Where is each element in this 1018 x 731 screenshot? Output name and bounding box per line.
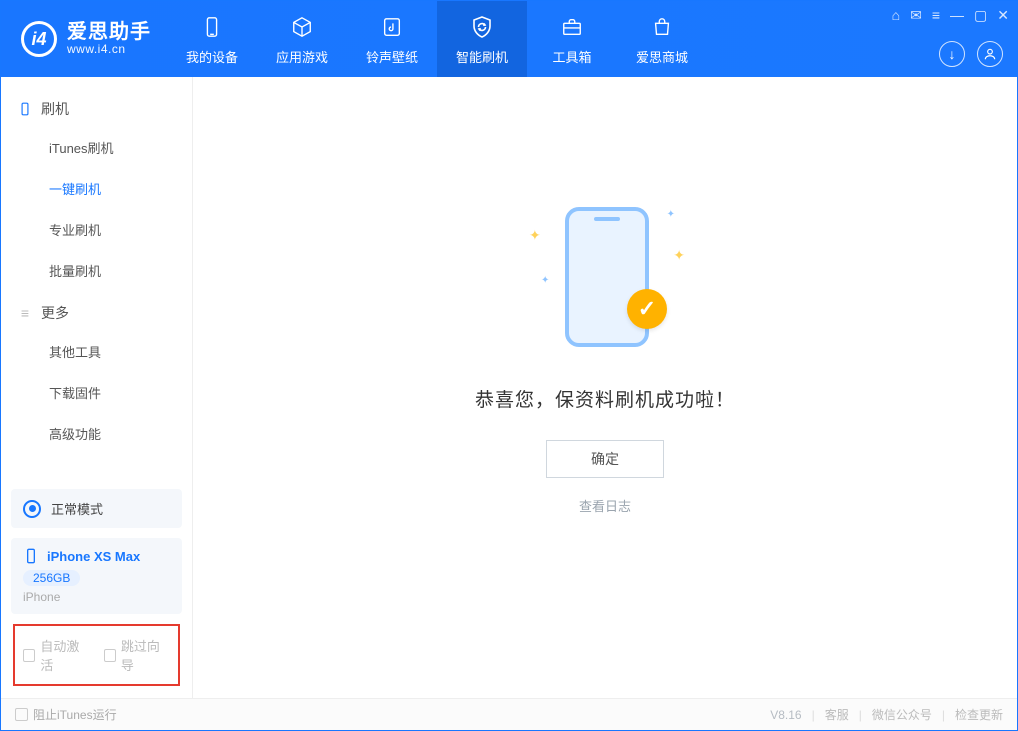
options-row: 自动激活 跳过向导 bbox=[13, 624, 180, 686]
footer-right: V8.16 | 客服 | 微信公众号 | 检查更新 bbox=[770, 706, 1003, 723]
logo: i4 爱思助手 www.i4.cn bbox=[1, 1, 167, 77]
shirt-icon[interactable]: ⌂ bbox=[892, 7, 900, 24]
separator: | bbox=[812, 708, 815, 722]
tab-label: 工具箱 bbox=[552, 47, 591, 66]
sidebar-item-advanced[interactable]: 高级功能 bbox=[1, 413, 192, 454]
sidebar-item-other-tools[interactable]: 其他工具 bbox=[1, 331, 192, 372]
tab-apps-games[interactable]: 应用游戏 bbox=[257, 1, 347, 77]
device-name-row: iPhone XS Max bbox=[23, 548, 170, 564]
body: 刷机 iTunes刷机 一键刷机 专业刷机 批量刷机 ≡ 更多 其他工具 下载固… bbox=[1, 77, 1017, 698]
tab-smart-flash[interactable]: 智能刷机 bbox=[437, 1, 527, 77]
checkbox-skip-guide[interactable]: 跳过向导 bbox=[104, 636, 171, 674]
logo-icon: i4 bbox=[21, 21, 57, 57]
sparkle-icon: ✦ bbox=[529, 227, 541, 244]
titlebar-controls: ⌂ ✉ ≡ — ▢ ✕ bbox=[892, 7, 1009, 24]
tab-store[interactable]: 爱思商城 bbox=[617, 1, 707, 77]
footer-link-wechat[interactable]: 微信公众号 bbox=[872, 706, 932, 723]
cube-icon bbox=[288, 13, 316, 41]
tab-label: 爱思商城 bbox=[636, 47, 688, 66]
tab-label: 我的设备 bbox=[186, 47, 238, 66]
group-title: 更多 bbox=[41, 303, 69, 323]
checkbox-auto-activate[interactable]: 自动激活 bbox=[23, 636, 90, 674]
footer-link-support[interactable]: 客服 bbox=[825, 706, 849, 723]
device-icon bbox=[198, 13, 226, 41]
maximize-button[interactable]: ▢ bbox=[974, 7, 987, 24]
sidebar-group-flash: 刷机 bbox=[1, 87, 192, 127]
toolbox-icon bbox=[558, 13, 586, 41]
sidebar-item-oneclick-flash[interactable]: 一键刷机 bbox=[1, 168, 192, 209]
menu-lines-icon: ≡ bbox=[17, 305, 33, 321]
device-capacity-badge: 256GB bbox=[23, 570, 80, 586]
sidebar-item-pro-flash[interactable]: 专业刷机 bbox=[1, 209, 192, 250]
tab-ringtone-wallpaper[interactable]: 铃声壁纸 bbox=[347, 1, 437, 77]
main-panel: ✦ ✦ ✦ ✦ ✓ 恭喜您，保资料刷机成功啦！ 确定 查看日志 bbox=[193, 77, 1017, 698]
phone-icon bbox=[17, 101, 33, 117]
mode-card[interactable]: 正常模式 bbox=[11, 489, 182, 528]
tab-my-device[interactable]: 我的设备 bbox=[167, 1, 257, 77]
checkbox-icon bbox=[15, 708, 28, 721]
minimize-button[interactable]: — bbox=[950, 7, 964, 24]
music-icon bbox=[378, 13, 406, 41]
checkbox-label: 自动激活 bbox=[40, 636, 89, 674]
tab-label: 智能刷机 bbox=[456, 47, 508, 66]
logo-text: 爱思助手 www.i4.cn bbox=[67, 21, 151, 56]
sparkle-icon: ✦ bbox=[667, 209, 675, 220]
device-phone-icon bbox=[23, 548, 39, 564]
account-button[interactable] bbox=[977, 41, 1003, 67]
sparkle-icon: ✦ bbox=[541, 275, 549, 286]
footer: 阻止iTunes运行 V8.16 | 客服 | 微信公众号 | 检查更新 bbox=[1, 698, 1017, 730]
checkbox-label: 阻止iTunes运行 bbox=[33, 706, 117, 723]
device-card[interactable]: iPhone XS Max 256GB iPhone bbox=[11, 538, 182, 614]
separator: | bbox=[859, 708, 862, 722]
checkbox-block-itunes[interactable]: 阻止iTunes运行 bbox=[15, 706, 117, 723]
success-illustration: ✦ ✦ ✦ ✦ ✓ bbox=[525, 187, 685, 357]
menu-icon[interactable]: ≡ bbox=[932, 7, 940, 24]
sidebar-bottom: 正常模式 iPhone XS Max 256GB iPhone 自动激活 bbox=[1, 479, 192, 698]
check-badge-icon: ✓ bbox=[627, 289, 667, 329]
app-name: 爱思助手 bbox=[67, 21, 151, 43]
success-message: 恭喜您，保资料刷机成功啦！ bbox=[475, 385, 735, 412]
sparkle-icon: ✦ bbox=[673, 247, 685, 264]
app-window: i4 爱思助手 www.i4.cn 我的设备 应用游戏 铃声壁纸 智能刷机 bbox=[0, 0, 1018, 731]
tab-toolbox[interactable]: 工具箱 bbox=[527, 1, 617, 77]
main-tabs: 我的设备 应用游戏 铃声壁纸 智能刷机 工具箱 爱思商城 bbox=[167, 1, 707, 77]
sidebar-scroll: 刷机 iTunes刷机 一键刷机 专业刷机 批量刷机 ≡ 更多 其他工具 下载固… bbox=[1, 77, 192, 479]
header-actions: ↓ bbox=[939, 41, 1003, 67]
header: i4 爱思助手 www.i4.cn 我的设备 应用游戏 铃声壁纸 智能刷机 bbox=[1, 1, 1017, 77]
bag-icon bbox=[648, 13, 676, 41]
checkbox-icon bbox=[104, 649, 116, 662]
device-type: iPhone bbox=[23, 590, 170, 604]
sidebar-item-itunes-flash[interactable]: iTunes刷机 bbox=[1, 127, 192, 168]
mode-label: 正常模式 bbox=[51, 499, 103, 518]
shield-refresh-icon bbox=[468, 13, 496, 41]
tab-label: 应用游戏 bbox=[276, 47, 328, 66]
close-button[interactable]: ✕ bbox=[997, 7, 1009, 24]
version-label: V8.16 bbox=[770, 708, 801, 722]
sidebar-item-batch-flash[interactable]: 批量刷机 bbox=[1, 250, 192, 291]
group-title: 刷机 bbox=[41, 99, 69, 119]
device-name: iPhone XS Max bbox=[47, 549, 140, 564]
footer-link-update[interactable]: 检查更新 bbox=[955, 706, 1003, 723]
feedback-icon[interactable]: ✉ bbox=[910, 7, 922, 24]
sidebar: 刷机 iTunes刷机 一键刷机 专业刷机 批量刷机 ≡ 更多 其他工具 下载固… bbox=[1, 77, 193, 698]
sidebar-group-more: ≡ 更多 bbox=[1, 291, 192, 331]
separator: | bbox=[942, 708, 945, 722]
confirm-button[interactable]: 确定 bbox=[546, 440, 664, 478]
mode-indicator-icon bbox=[23, 500, 41, 518]
checkbox-icon bbox=[23, 649, 35, 662]
checkbox-label: 跳过向导 bbox=[121, 636, 170, 674]
app-site: www.i4.cn bbox=[67, 43, 151, 56]
tab-label: 铃声壁纸 bbox=[366, 47, 418, 66]
download-button[interactable]: ↓ bbox=[939, 41, 965, 67]
sidebar-item-download-firmware[interactable]: 下载固件 bbox=[1, 372, 192, 413]
view-log-link[interactable]: 查看日志 bbox=[579, 496, 631, 515]
